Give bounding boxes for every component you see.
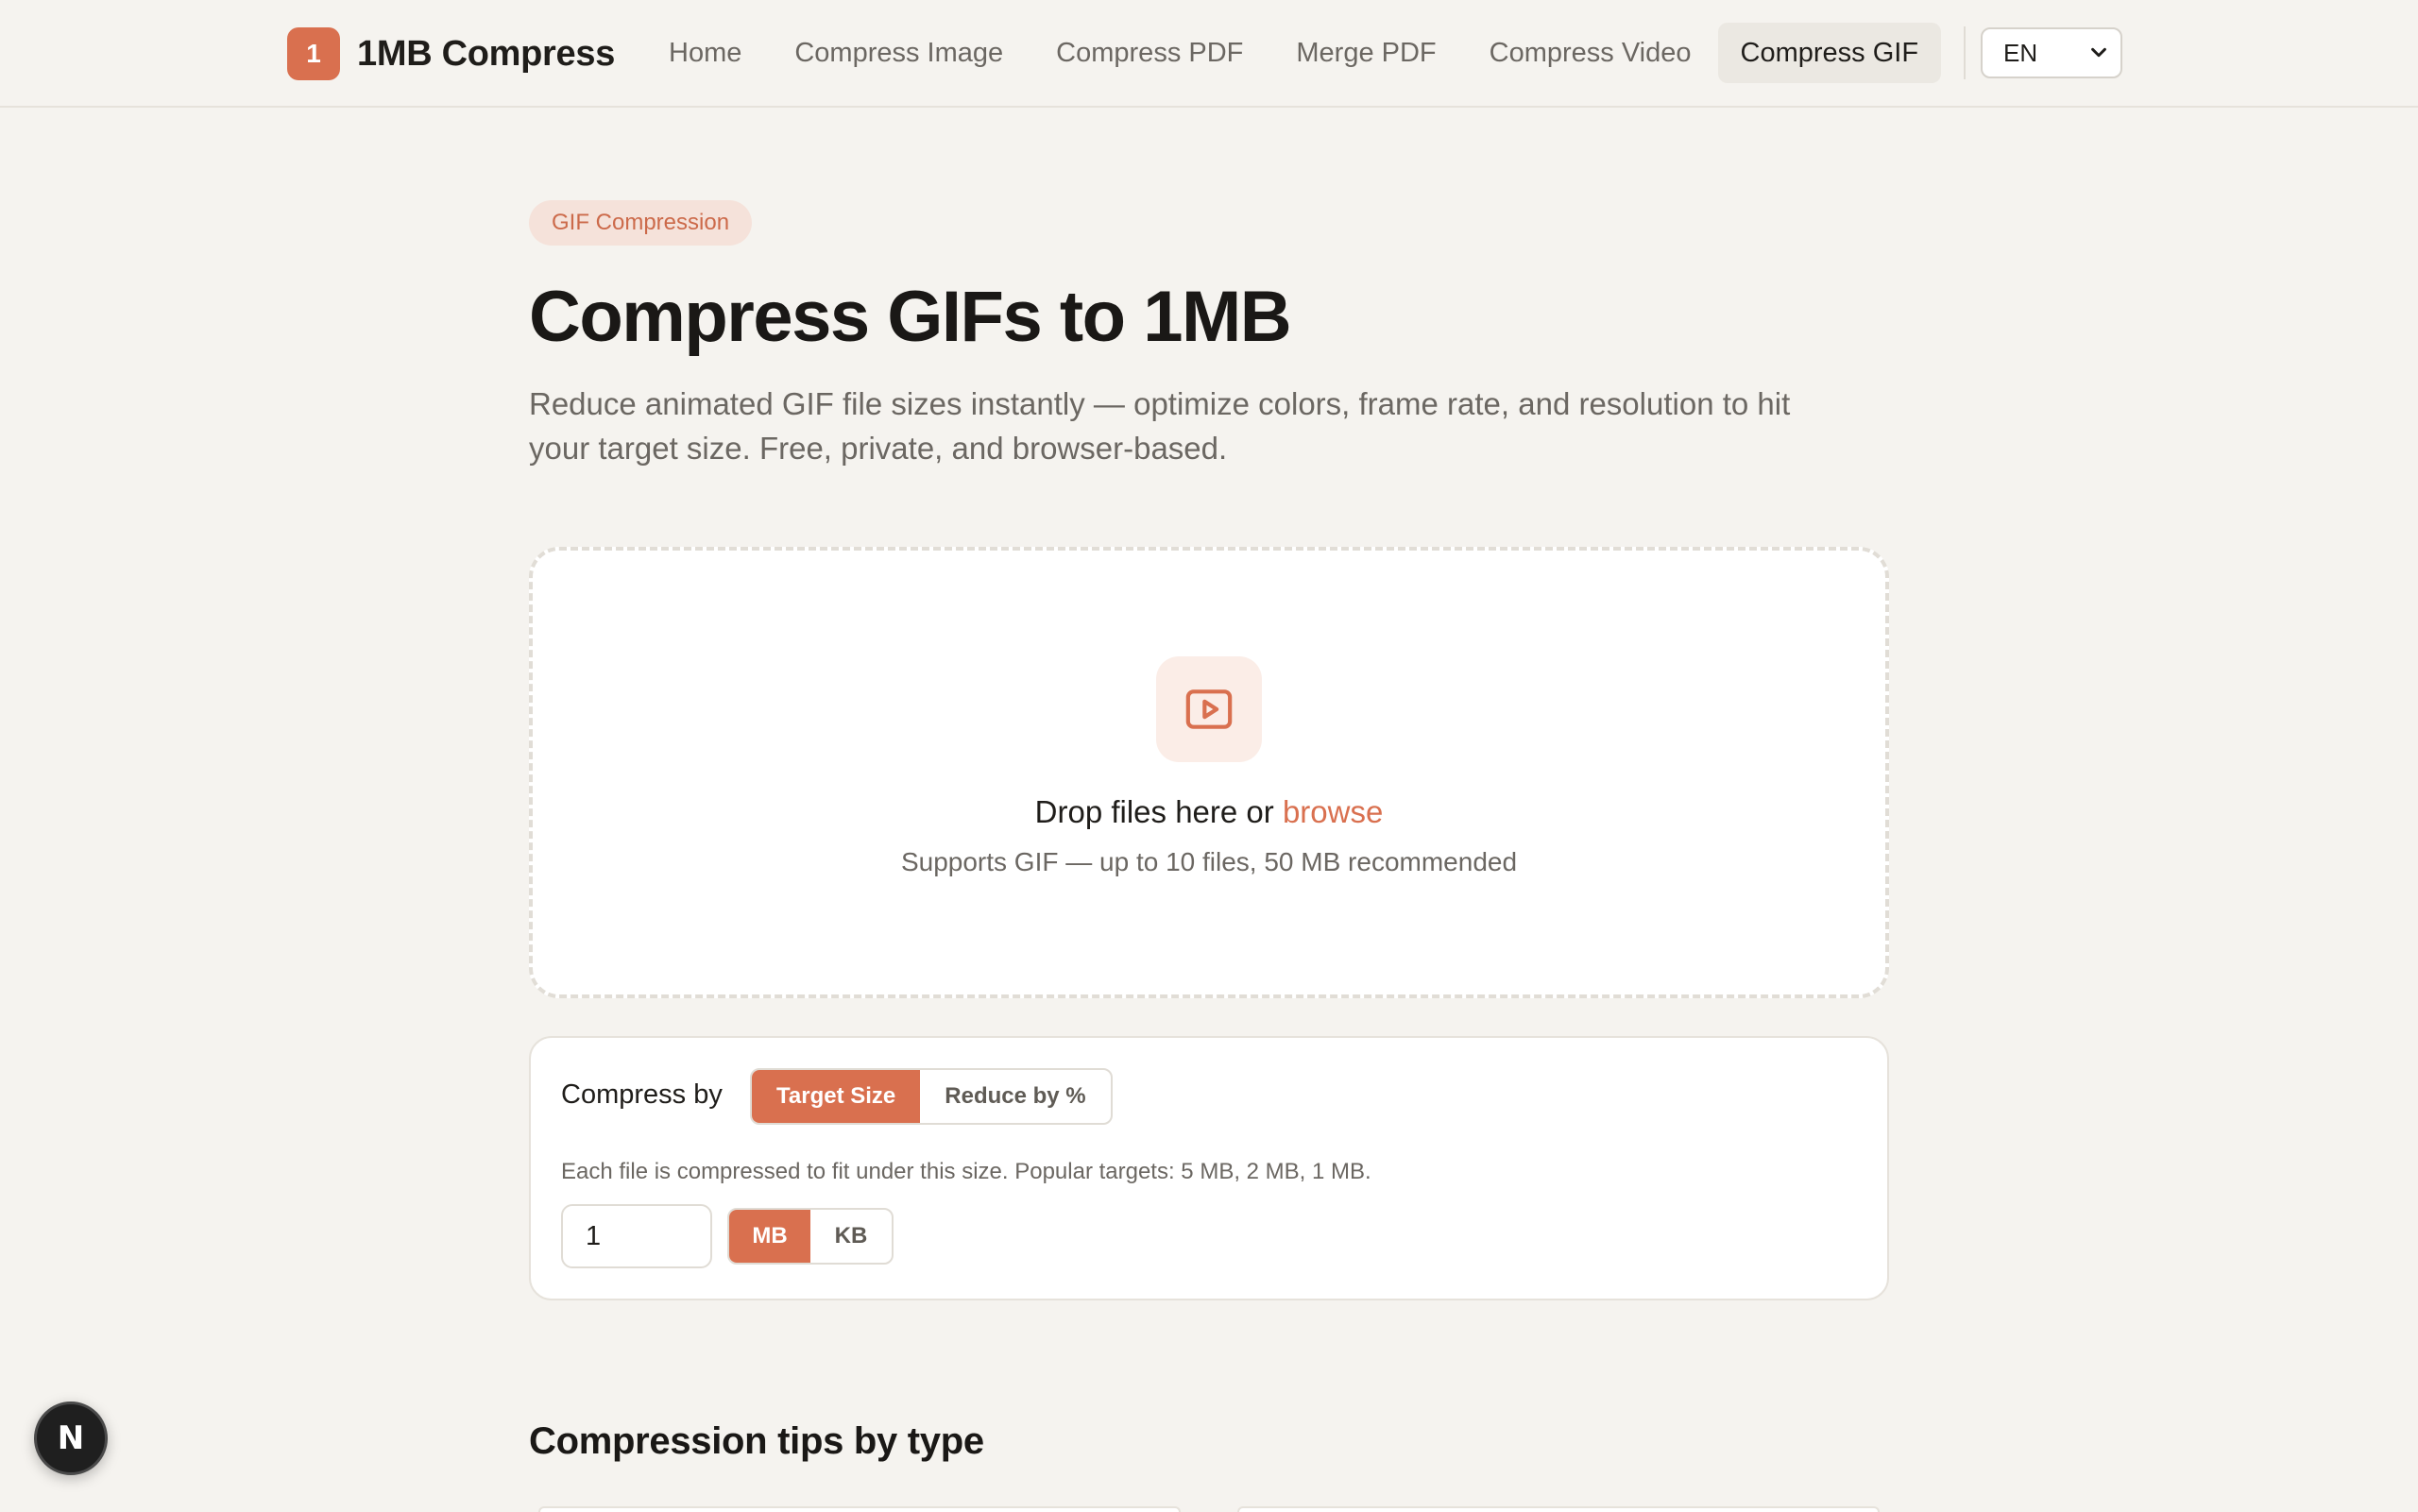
tip-card bbox=[1237, 1506, 1880, 1512]
compress-mode-toggle: Target Size Reduce by % bbox=[750, 1068, 1113, 1126]
target-size-hint: Each file is compressed to fit under thi… bbox=[561, 1159, 1371, 1185]
page-title: Compress GIFs to 1MB bbox=[529, 277, 1292, 357]
top-navigation-bar: 1 1MB Compress Home Compress Image Compr… bbox=[0, 0, 2418, 108]
brand-badge-icon: 1 bbox=[287, 27, 340, 80]
brand-name: 1MB Compress bbox=[357, 33, 616, 74]
nav-home[interactable]: Home bbox=[642, 23, 768, 83]
dev-tools-badge[interactable]: N bbox=[34, 1402, 108, 1475]
page-description: Reduce animated GIF file sizes instantly… bbox=[529, 385, 1791, 467]
compression-options-panel: Compress by Target Size Reduce by % Each… bbox=[529, 1036, 1889, 1301]
dropzone-subtitle: Supports GIF — up to 10 files, 50 MB rec… bbox=[900, 847, 1518, 877]
category-badge: GIF Compression bbox=[529, 200, 753, 246]
tips-section-title: Compression tips by type bbox=[529, 1420, 984, 1462]
nav-merge-pdf[interactable]: Merge PDF bbox=[1269, 23, 1462, 83]
dropzone-title-text: Drop files here or bbox=[1034, 794, 1283, 830]
nav-compress-gif[interactable]: Compress GIF bbox=[1717, 23, 1942, 83]
main-content: GIF Compression Compress GIFs to 1MB Red… bbox=[529, 200, 1889, 1301]
main-nav: Home Compress Image Compress PDF Merge P… bbox=[642, 23, 2123, 83]
file-dropzone[interactable]: Drop files here or browse Supports GIF —… bbox=[529, 547, 1889, 999]
tip-card bbox=[538, 1506, 1181, 1512]
nav-divider bbox=[1964, 26, 1967, 79]
nav-compress-video[interactable]: Compress Video bbox=[1463, 23, 1718, 83]
chevron-down-icon bbox=[2091, 47, 2106, 58]
nav-compress-image[interactable]: Compress Image bbox=[768, 23, 1030, 83]
browse-link[interactable]: browse bbox=[1283, 794, 1383, 829]
language-select[interactable]: EN bbox=[1981, 27, 2123, 78]
dropzone-title: Drop files here or browse bbox=[1035, 794, 1384, 830]
unit-mb-option[interactable]: MB bbox=[729, 1210, 810, 1264]
brand-logo[interactable]: 1 1MB Compress bbox=[287, 27, 615, 80]
target-size-input[interactable] bbox=[561, 1204, 712, 1269]
unit-kb-option[interactable]: KB bbox=[810, 1210, 892, 1263]
reduce-by-percent-option[interactable]: Reduce by % bbox=[920, 1070, 1110, 1123]
unit-toggle: MB KB bbox=[727, 1208, 894, 1266]
nav-compress-pdf[interactable]: Compress PDF bbox=[1030, 23, 1269, 83]
compress-by-label: Compress by bbox=[561, 1079, 723, 1111]
target-size-option[interactable]: Target Size bbox=[752, 1070, 921, 1124]
language-value: EN bbox=[2003, 38, 2038, 67]
play-frame-icon bbox=[1156, 656, 1262, 763]
